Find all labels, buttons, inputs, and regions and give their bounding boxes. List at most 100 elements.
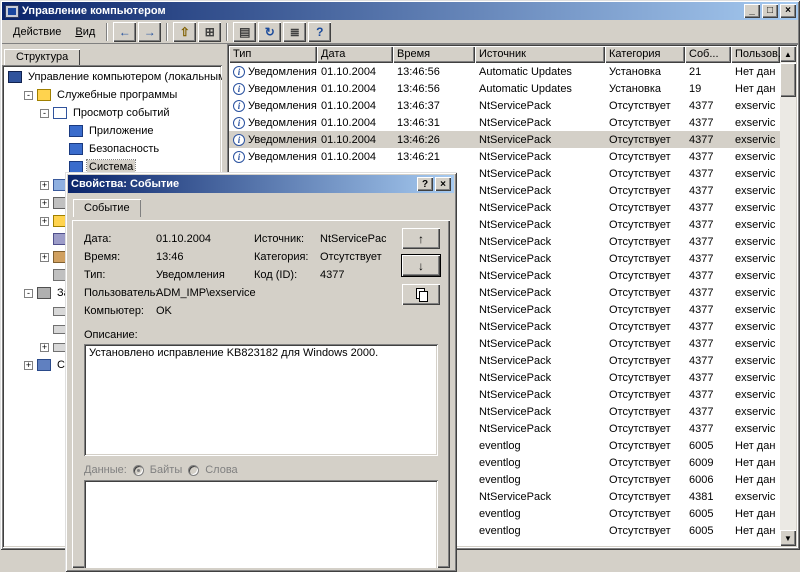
collapse-icon[interactable]: -: [40, 108, 49, 118]
table-row[interactable]: i Уведомления 01.10.2004 13:46:31 NtServiceP…: [229, 114, 780, 131]
back-button[interactable]: ←: [113, 21, 137, 42]
cell-text: 4377: [689, 371, 714, 384]
toolbar: ← → ⇧ ⊞ ▤ ↻ ≣?: [112, 21, 332, 42]
toolbar-separator: [226, 22, 229, 41]
cell: 4377: [685, 420, 731, 437]
cell-text: Нет дан: [735, 524, 776, 537]
maximize-button[interactable]: □: [762, 4, 778, 18]
scrollbar-thumb[interactable]: [780, 63, 796, 97]
minimize-button[interactable]: _: [744, 4, 760, 18]
cell-text: 4377: [689, 252, 714, 265]
dialog-help-button[interactable]: ?: [417, 177, 433, 191]
tree-item[interactable]: Управление компьютером (локальным: [2, 68, 222, 86]
cell: 4377: [685, 199, 731, 216]
column-header[interactable]: Источник: [475, 46, 605, 63]
description-box[interactable]: Установлено исправление KB823182 для Win…: [84, 344, 438, 456]
dialog-titlebar[interactable]: Свойства: Событие ? ×: [68, 175, 454, 193]
cell-text: Отсутствует: [609, 218, 671, 231]
scroll-down-icon[interactable]: ▼: [780, 530, 796, 546]
computer-value: OK: [156, 305, 172, 317]
cell: NtServicePack: [475, 250, 605, 267]
tree-item-label: Приложение: [89, 125, 154, 137]
date-value: 01.10.2004: [156, 233, 212, 245]
cell: Отсутствует: [605, 97, 685, 114]
table-row[interactable]: i Уведомления 01.10.2004 13:46:21 NtServiceP…: [229, 148, 780, 165]
table-row[interactable]: i Уведомления 01.10.2004 13:46:26 NtServiceP…: [229, 131, 780, 148]
cell: eventlog: [475, 471, 605, 488]
cell: exservic: [731, 318, 780, 335]
computer-management-icon: [5, 4, 19, 18]
computer-icon: [8, 71, 22, 83]
words-radio[interactable]: [188, 464, 200, 476]
cell: exservic: [731, 148, 780, 165]
column-header[interactable]: Время: [393, 46, 475, 63]
close-button[interactable]: ×: [780, 4, 796, 18]
cell: NtServicePack: [475, 182, 605, 199]
expand-icon[interactable]: +: [40, 342, 49, 352]
cell-text: exservic: [735, 201, 776, 214]
expand-icon[interactable]: +: [40, 198, 49, 208]
show-hide-tree-button[interactable]: ⊞: [198, 21, 222, 42]
tree-item[interactable]: - Просмотр событий: [2, 104, 222, 122]
tree-item[interactable]: - Служебные программы: [2, 86, 222, 104]
cell: 4377: [685, 267, 731, 284]
export-list-button[interactable]: ≣: [283, 21, 307, 42]
cell: Отсутствует: [605, 148, 685, 165]
services-icon: [37, 359, 51, 371]
column-header[interactable]: Пользов...: [731, 46, 780, 63]
help-button[interactable]: ?: [308, 21, 332, 42]
menu-toolbar: Действие Вид ← → ⇧ ⊞ ▤ ↻ ≣?: [2, 20, 798, 44]
menu-action[interactable]: Действие: [6, 23, 68, 41]
cell-text: 4377: [689, 116, 714, 129]
dialog-title: Свойства: Событие: [71, 178, 180, 190]
column-header[interactable]: Соб...: [685, 46, 731, 63]
cell-text: 01.10.2004: [321, 99, 377, 112]
cell-text: 4377: [689, 388, 714, 401]
properties-icon: ▤: [239, 24, 251, 39]
column-header[interactable]: Категория: [605, 46, 685, 63]
tab-structure[interactable]: Структура: [4, 49, 81, 66]
refresh-button[interactable]: ↻: [258, 21, 282, 42]
menu-view[interactable]: Вид: [68, 23, 102, 41]
window-titlebar[interactable]: Управление компьютером _ □ ×: [2, 2, 798, 20]
expand-icon[interactable]: +: [40, 252, 49, 262]
cell-text: NtServicePack: [479, 99, 552, 112]
cell-text: 4377: [689, 303, 714, 316]
cell-text: 01.10.2004: [321, 133, 377, 146]
cell-text: 01.10.2004: [321, 150, 377, 163]
cell: Нет дан: [731, 522, 780, 539]
cell: 4377: [685, 284, 731, 301]
collapse-icon[interactable]: -: [24, 288, 33, 298]
log-icon: [69, 125, 83, 137]
scroll-up-icon[interactable]: ▲: [780, 46, 796, 62]
tree-item[interactable]: Приложение: [2, 122, 222, 140]
table-row[interactable]: i Уведомления 01.10.2004 13:46:56 Automatic …: [229, 80, 780, 97]
cell: Отсутствует: [605, 454, 685, 471]
expand-icon[interactable]: +: [24, 360, 33, 370]
data-box[interactable]: [84, 480, 438, 568]
tab-event[interactable]: Событие: [73, 199, 141, 217]
next-event-button[interactable]: ↓: [402, 255, 440, 276]
dialog-close-button[interactable]: ×: [435, 177, 451, 191]
tree-item[interactable]: Безопасность: [2, 140, 222, 158]
cell-text: 13:46:56: [397, 65, 440, 78]
table-row[interactable]: i Уведомления 01.10.2004 13:46:56 Automatic …: [229, 63, 780, 80]
expand-icon[interactable]: +: [40, 216, 49, 226]
bytes-radio[interactable]: [132, 464, 144, 476]
collapse-icon[interactable]: -: [24, 90, 33, 100]
vertical-scrollbar[interactable]: ▲ ▼: [780, 46, 796, 546]
forward-button[interactable]: →: [138, 21, 162, 42]
cell: Отсутствует: [605, 250, 685, 267]
column-header[interactable]: Тип: [229, 46, 317, 63]
copy-event-button[interactable]: [402, 284, 440, 305]
up-level-button[interactable]: ⇧: [173, 21, 197, 42]
expand-icon[interactable]: +: [40, 180, 49, 190]
folder-icon: [37, 89, 51, 101]
properties-button[interactable]: ▤: [233, 21, 257, 42]
table-row[interactable]: i Уведомления 01.10.2004 13:46:37 NtServiceP…: [229, 97, 780, 114]
previous-event-button[interactable]: ↑: [402, 228, 440, 249]
cell-text: Уведомления: [248, 82, 317, 95]
column-header[interactable]: Дата: [317, 46, 393, 63]
cell: exservic: [731, 301, 780, 318]
cell: 01.10.2004: [317, 131, 393, 148]
